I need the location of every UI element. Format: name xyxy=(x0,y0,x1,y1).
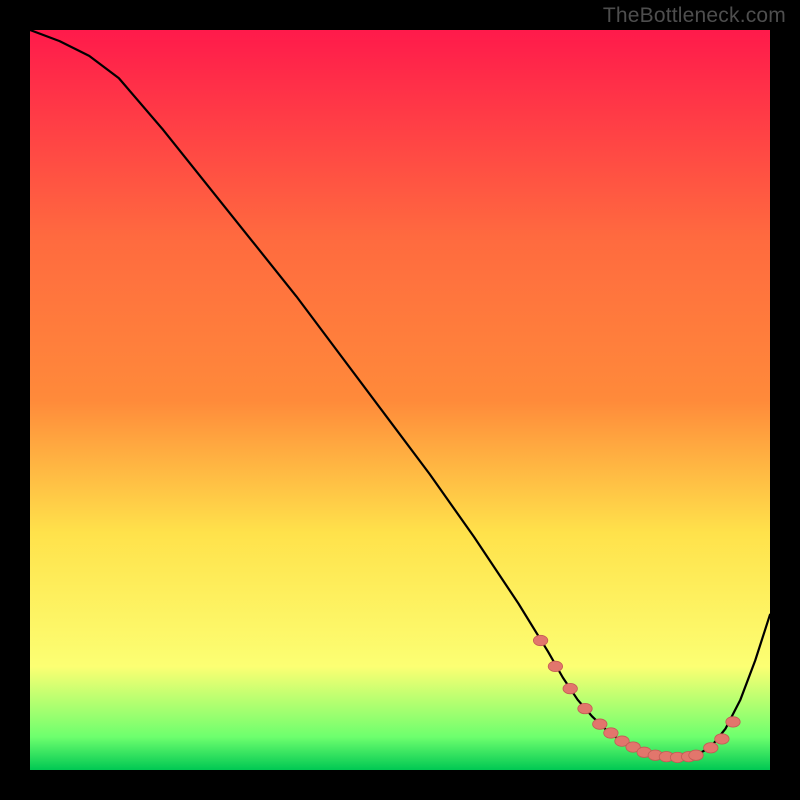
curve-marker xyxy=(689,750,703,760)
curve-marker xyxy=(593,719,607,729)
curve-marker xyxy=(533,635,547,645)
curve-marker xyxy=(548,661,562,671)
curve-marker xyxy=(563,683,577,693)
plot-area xyxy=(30,30,770,770)
curve-marker xyxy=(726,717,740,727)
curve-marker xyxy=(715,734,729,744)
chart-frame: TheBottleneck.com xyxy=(0,0,800,800)
curve-marker xyxy=(604,728,618,738)
chart-svg xyxy=(30,30,770,770)
curve-marker xyxy=(578,703,592,713)
watermark-text: TheBottleneck.com xyxy=(603,4,786,28)
curve-marker xyxy=(704,743,718,753)
